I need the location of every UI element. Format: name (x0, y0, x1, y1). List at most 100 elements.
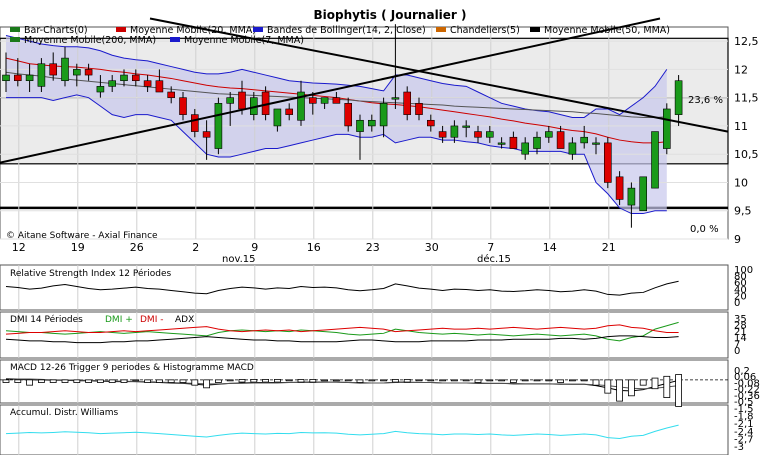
candle-body (202, 131, 211, 138)
macd-histogram-bar (250, 379, 258, 383)
macd-histogram-bar (356, 379, 364, 383)
candle-body (639, 176, 648, 212)
candle-body (556, 131, 565, 149)
legend-swatch (10, 27, 20, 32)
macd-histogram-bar (580, 379, 588, 382)
x-tick-label: 7 (487, 241, 494, 254)
candle-body (167, 91, 175, 98)
macd-histogram-bar (61, 379, 69, 383)
macd-histogram-bar (14, 379, 22, 383)
macd-histogram-bar (415, 379, 423, 382)
candle-body (84, 69, 93, 76)
candle-body (143, 80, 152, 87)
candle-body (238, 91, 246, 110)
candle-body (592, 142, 600, 145)
legend-label: Chandeliers(5) (450, 25, 520, 36)
candle-body (96, 86, 105, 93)
candle-body (132, 74, 140, 82)
macd-histogram-bar (97, 379, 104, 383)
candle-body (391, 97, 400, 100)
macd-histogram-bar (651, 377, 659, 390)
macd-histogram-bar (628, 379, 635, 397)
candle-body (367, 119, 376, 127)
candle-body (403, 91, 412, 115)
x-tick-label: 12 (12, 241, 26, 254)
macd-histogram-bar (450, 379, 458, 382)
macd-histogram-bar (498, 379, 506, 382)
fib-label-0: 0,0 % (690, 224, 719, 235)
candle-body (474, 131, 482, 138)
candle-body (651, 131, 659, 189)
candle-body (14, 74, 22, 82)
candle-body (521, 142, 530, 155)
macd-title: MACD 12-26 Trigger 9 periodes & Histogra… (10, 363, 254, 373)
candle-body (108, 80, 116, 87)
legend-swatch (10, 37, 20, 42)
candle-body (674, 80, 683, 115)
macd-histogram-bar (545, 379, 553, 382)
candle-body (426, 119, 435, 127)
macd-histogram-bar (509, 379, 517, 383)
macd-histogram-bar (49, 379, 57, 383)
candle-body (615, 176, 624, 200)
y-tick-label: 9 (734, 233, 741, 246)
x-tick-label: 2 (192, 241, 199, 254)
y-tick-label: 11 (734, 120, 748, 133)
y-tick-label: 12,5 (734, 35, 759, 48)
y-tick-label: 12 (734, 63, 748, 76)
x-tick-label: 9 (251, 241, 258, 254)
macd-histogram-bar (120, 379, 128, 383)
legend-swatch (253, 27, 263, 32)
macd-histogram-bar (73, 379, 81, 383)
x-tick-label: 21 (602, 241, 616, 254)
dmi-legend-plus: DMI + (105, 315, 133, 325)
macd-histogram-bar (474, 379, 482, 383)
macd-histogram-bar (663, 375, 671, 398)
macd-histogram-bar (427, 379, 435, 382)
candle-body (603, 142, 612, 183)
macd-histogram-bar (439, 379, 447, 382)
legend-swatch (170, 37, 180, 42)
macd-histogram-bar (214, 379, 222, 383)
x-tick-label: 16 (307, 241, 321, 254)
macd-histogram-bar (309, 379, 317, 383)
candle-body (662, 108, 671, 149)
macd-histogram-bar (616, 379, 623, 402)
macd-histogram-bar (592, 379, 600, 386)
x-tick-label: 23 (366, 241, 380, 254)
macd-histogram-bar (569, 379, 576, 382)
fib-label-236: 23,6 % (688, 95, 723, 106)
x-tick-label: 14 (543, 241, 557, 254)
chart-svg: Biophytis ( Journalier ) © Aitane Softwa… (0, 8, 760, 456)
macd-histogram-bar (368, 379, 376, 382)
candle-body (179, 97, 187, 115)
candle-body (25, 74, 34, 82)
macd-histogram-bar (108, 379, 116, 383)
rsi-title: Relative Strength Index 12 Périodes (10, 268, 171, 279)
legend-label: Moyenne Mobile(200, MMA) (24, 35, 156, 46)
macd-histogram-bar (557, 379, 564, 383)
macd-histogram-bar (2, 379, 10, 383)
month-label-dec: déc.15 (477, 253, 511, 265)
candle-body (544, 131, 553, 138)
macd-histogram-bar (238, 379, 246, 383)
macd-histogram-bar (262, 379, 270, 383)
candle-body (332, 97, 341, 104)
macd-histogram-bar (604, 379, 612, 394)
macd-histogram-bar (273, 379, 281, 383)
candle-body (120, 74, 128, 82)
macd-histogram-bar (179, 379, 187, 383)
candle-body (191, 114, 199, 132)
macd-histogram-bar (486, 379, 494, 382)
x-tick-label: 30 (425, 241, 439, 254)
candle-body (2, 74, 10, 82)
candle-body (155, 80, 164, 93)
dmi-legend-adx: ADX (175, 315, 194, 325)
candle-body (485, 131, 494, 138)
x-tick-label: 19 (71, 241, 85, 254)
candle-body (497, 142, 506, 145)
candle-body (214, 103, 223, 149)
candle-body (37, 63, 46, 87)
dmi-legend-minus: DMI - (140, 315, 163, 325)
macd-histogram-bar (344, 379, 352, 382)
